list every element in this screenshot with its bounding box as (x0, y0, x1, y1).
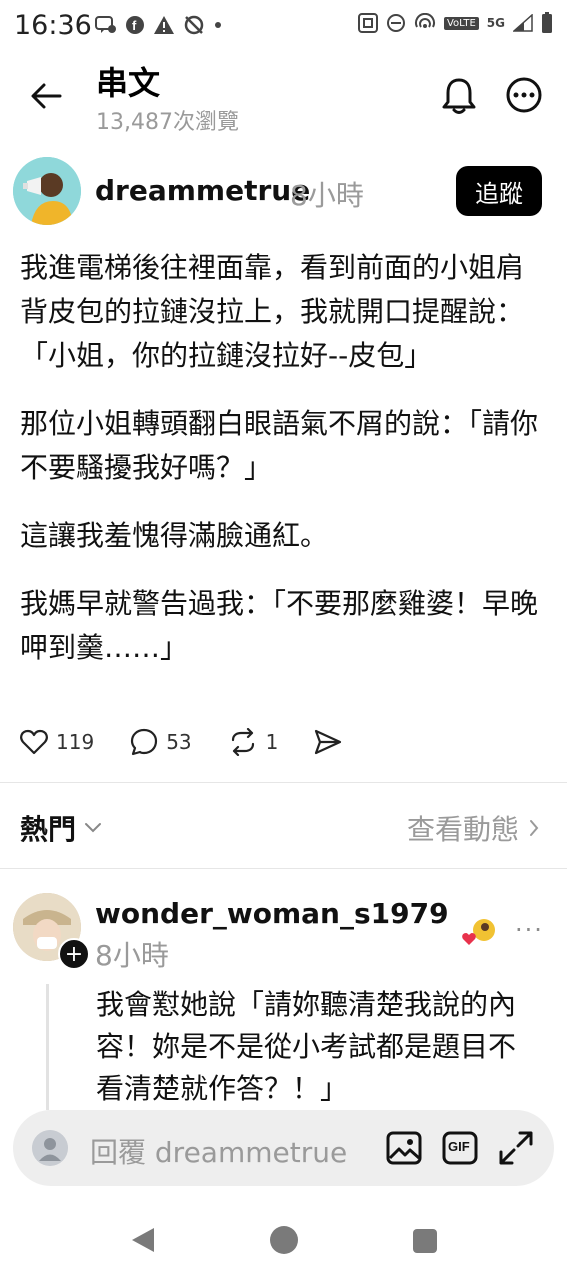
reply-header: wonder_woman_s1979 8小時 (95, 893, 449, 977)
do-not-disturb-icon (386, 13, 406, 33)
nav-back-button[interactable] (130, 1226, 156, 1258)
expand-icon (499, 1131, 533, 1165)
image-icon (386, 1131, 422, 1165)
sync-off-icon (183, 14, 205, 36)
author-avatar[interactable] (13, 157, 81, 225)
chevron-down-icon (85, 823, 102, 833)
reply-input[interactable]: 回覆 dreammetrue (90, 1131, 347, 1171)
reply-time: 8小時 (95, 939, 169, 972)
repost-icon (231, 728, 254, 756)
person-megaphone-icon (13, 157, 81, 225)
liked-by-author-icon (462, 919, 495, 945)
facebook-icon: f (125, 15, 145, 35)
post-time: 8小時 (290, 179, 364, 212)
reply-author[interactable]: wonder_woman_s1979 (95, 897, 449, 930)
page-title: 串文 (96, 64, 161, 102)
more-circle-icon (506, 77, 542, 113)
status-time: 16:36 (14, 10, 92, 41)
status-bar: 16:36 f VoLTE 5G (0, 0, 567, 52)
chevron-right-icon (530, 820, 539, 836)
author-name[interactable]: dreammetrue (95, 174, 310, 207)
view-activity-link[interactable]: 查看動態 (407, 808, 539, 848)
activity-label: 查看動態 (406, 813, 519, 846)
warning-icon (153, 15, 175, 35)
post-actions: 119 53 1 (20, 728, 378, 756)
view-count: 13,487次瀏覽 (96, 110, 239, 135)
like-button[interactable]: 119 (20, 729, 94, 755)
volte-label: VoLTE (443, 16, 479, 30)
comment-count: 53 (166, 730, 192, 754)
user-icon (32, 1130, 68, 1166)
system-icons: VoLTE 5G (357, 12, 553, 34)
comment-button[interactable]: 53 (130, 728, 192, 756)
svg-text:f: f (132, 18, 137, 33)
my-avatar (32, 1130, 68, 1166)
follow-button[interactable]: 追蹤 (456, 166, 542, 216)
sort-dropdown[interactable]: 熱門 (20, 808, 102, 848)
heart-icon (20, 729, 48, 755)
triangle-back-icon (132, 1228, 154, 1252)
gif-label: GIF (448, 1139, 470, 1154)
image-button[interactable] (386, 1130, 422, 1170)
gif-button[interactable]: GIF (442, 1130, 478, 1170)
notification-icons: f (95, 14, 223, 36)
follow-plus-icon[interactable]: + (58, 938, 90, 970)
more-options-button[interactable] (505, 76, 543, 118)
reply-text: 我會懟她說「請妳聽清楚我說的內容！妳是不是從小考試都是題目不看清楚就作答？！」 (96, 988, 517, 1105)
nav-recents-button[interactable] (413, 1229, 437, 1253)
chat-notification-icon (95, 15, 117, 35)
reply-more-button[interactable]: ··· (515, 916, 544, 944)
divider (0, 868, 567, 869)
network-type-label: 5G (486, 16, 505, 30)
post-paragraph: 這讓我羞愧得滿臉通紅。 (20, 519, 329, 552)
post-paragraph: 我媽早就警告過我：「不要那麼雞婆！早晚呷到羹……」 (20, 587, 539, 664)
like-count: 119 (56, 730, 95, 754)
back-arrow-icon (31, 83, 62, 109)
signal-icon (513, 14, 533, 32)
dot-icon (213, 20, 223, 30)
comment-icon (131, 728, 158, 756)
battery-icon (541, 12, 553, 34)
thread-line (46, 984, 49, 1110)
author-liked-badge (462, 918, 496, 948)
send-icon (315, 729, 342, 755)
nfc-icon (357, 13, 378, 33)
repost-button[interactable]: 1 (228, 728, 279, 756)
post-body: 我進電梯後往裡面靠，看到前面的小姐肩背皮包的拉鏈沒拉上，我就開口提醒說：「小姐，… (20, 246, 550, 694)
share-button[interactable] (314, 729, 342, 755)
back-button[interactable] (28, 78, 64, 114)
bell-icon (442, 78, 476, 114)
hotspot-icon (414, 13, 436, 33)
post-paragraph: 我進電梯後往裡面靠，看到前面的小姐肩背皮包的拉鏈沒拉上，我就開口提醒說：「小姐，… (20, 251, 525, 372)
nav-home-button[interactable] (270, 1226, 298, 1254)
divider (0, 782, 567, 783)
notify-button[interactable] (440, 76, 478, 120)
sort-label: 熱門 (20, 813, 77, 846)
post-paragraph: 那位小姐轉頭翻白眼語氣不屑的說：「請你不要騷擾我好嗎？」 (20, 407, 539, 484)
repost-count: 1 (265, 730, 279, 754)
expand-button[interactable] (498, 1130, 534, 1170)
